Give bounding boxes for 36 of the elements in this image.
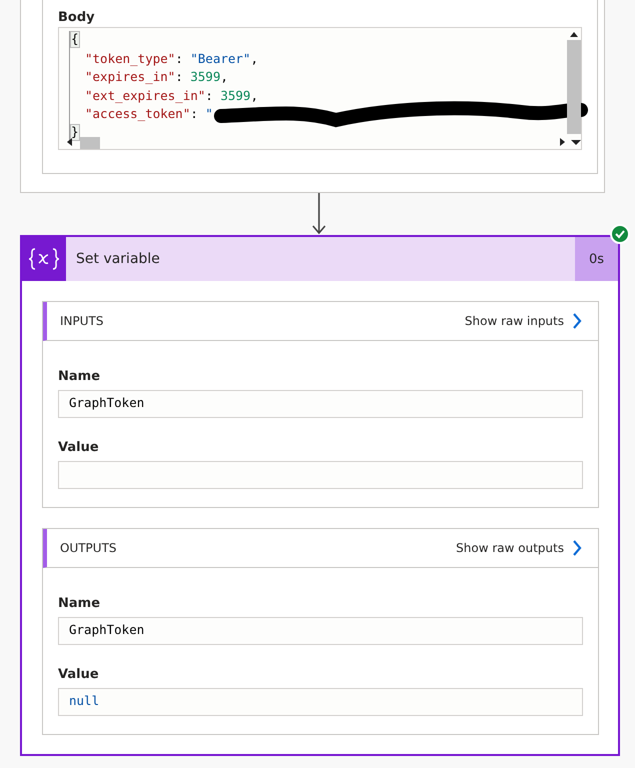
code-token: { (70, 31, 80, 48)
code-token: } (70, 124, 80, 140)
connector-arrow (312, 193, 326, 235)
field-label: Name (58, 369, 100, 384)
action-header[interactable]: Set variable 0s (22, 237, 618, 281)
field-label: Value (58, 440, 99, 455)
chevron-right-icon (572, 540, 582, 556)
code-token: "access_token" (85, 105, 190, 123)
code-token: "token_type" (85, 50, 176, 68)
field-label: Value (58, 667, 99, 682)
code-token: , (250, 86, 258, 104)
value-field[interactable]: null (58, 688, 583, 716)
value-field[interactable] (58, 461, 583, 489)
code-token: "expires_in" (85, 68, 176, 86)
code-token: , (220, 68, 228, 86)
field-label: Name (58, 596, 100, 611)
duration-label: 0s (575, 237, 618, 281)
code-token: : (175, 68, 184, 86)
body-label: Body (58, 10, 95, 25)
code-token: "ext_expires_in" (85, 86, 206, 105)
value-field[interactable]: GraphToken (58, 617, 583, 645)
code-token: : (175, 50, 184, 68)
code-token: : (205, 86, 214, 104)
section-title: INPUTS (60, 314, 104, 328)
code-token: : (190, 105, 199, 123)
code-token: " (205, 105, 213, 123)
code-token: 3599 (190, 68, 220, 86)
show-raw-link[interactable]: Show raw inputs (464, 313, 582, 329)
value-field[interactable]: GraphToken (58, 390, 583, 418)
action-title: Set variable (75, 251, 161, 267)
chevron-right-icon (572, 313, 582, 329)
section-title: OUTPUTS (60, 541, 118, 555)
code-token: "Bearer" (190, 50, 251, 68)
code-token: , (250, 50, 258, 68)
show-raw-link[interactable]: Show raw outputs (456, 540, 582, 556)
code-token: 3599 (220, 86, 251, 104)
